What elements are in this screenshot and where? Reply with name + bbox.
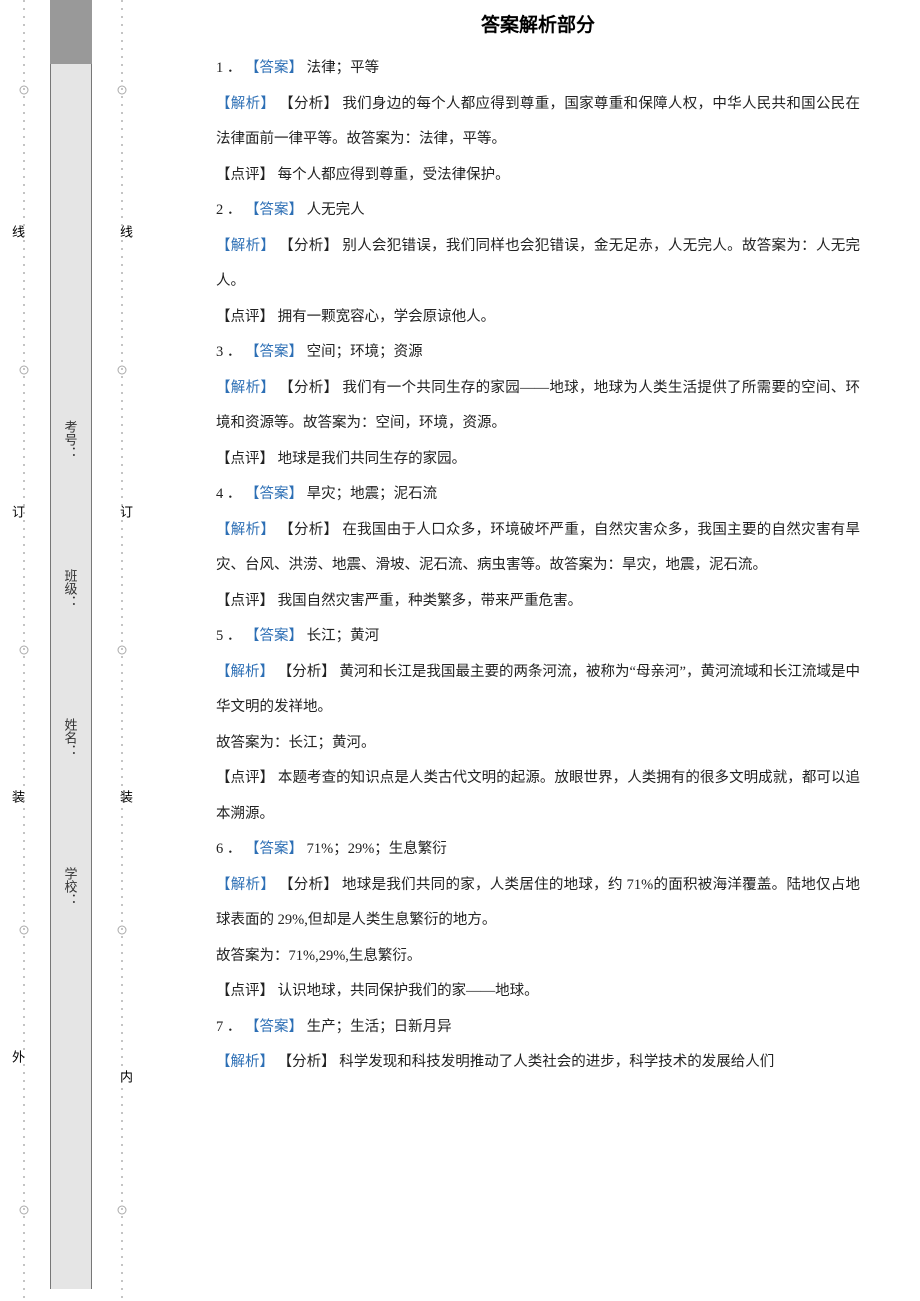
- analysis-tag: 【解析】: [216, 1054, 274, 1070]
- form-label-class: 班级：: [61, 569, 80, 608]
- answer-tag: 【答案】: [245, 60, 303, 76]
- answer-tag: 【答案】: [245, 1019, 303, 1035]
- item-number: 2 ．: [216, 202, 241, 218]
- item-number: 6 ．: [216, 841, 241, 857]
- analysis-text: 科学发现和科技发明推动了人类社会的进步，科学技术的发展给人们: [339, 1054, 774, 1070]
- fenxi-tag: 【分析】: [279, 877, 338, 893]
- comment-tag: 【点评】: [216, 983, 274, 999]
- seal-char-ding2: 订: [8, 505, 27, 518]
- answer-text: 空间；环境；资源: [307, 344, 423, 360]
- item-number: 1 ．: [216, 60, 241, 76]
- comment-tag: 【点评】: [216, 593, 274, 609]
- analysis-tail: 故答案为：长江；黄河。: [216, 735, 376, 751]
- answer-item: 1 ． 【答案】 法律；平等 【解析】 【分析】 我们身边的每个人都应得到尊重，…: [216, 51, 860, 193]
- item-number: 4 ．: [216, 486, 241, 502]
- answer-tag: 【答案】: [245, 202, 303, 218]
- comment-text: 拥有一颗宽容心，学会原谅他人。: [278, 309, 496, 325]
- comment-text: 每个人都应得到尊重，受法律保护。: [278, 167, 510, 183]
- answer-item: 2 ． 【答案】 人无完人 【解析】 【分析】 别人会犯错误，我们同样也会犯错误…: [216, 193, 860, 335]
- fenxi-tag: 【分析】: [279, 380, 338, 396]
- item-number: 3 ．: [216, 344, 241, 360]
- content-area: 答案解析部分 1 ． 【答案】 法律；平等 【解析】 【分析】 我们身边的每个人…: [36, 0, 920, 1301]
- binding-strip-outer: [12, 0, 36, 1301]
- analysis-tag: 【解析】: [216, 877, 275, 893]
- binding-inner-char: 内: [116, 1070, 135, 1083]
- fenxi-tag: 【分析】: [279, 238, 338, 254]
- comment-text: 地球是我们共同生存的家园。: [278, 451, 467, 467]
- answer-text: 长江；黄河: [307, 628, 380, 644]
- answer-item: 7 ． 【答案】 生产；生活；日新月异 【解析】 【分析】 科学发现和科技发明推…: [216, 1010, 860, 1081]
- fenxi-tag: 【分析】: [279, 96, 338, 112]
- comment-tag: 【点评】: [216, 451, 274, 467]
- binding-strip-inner: [110, 0, 134, 1301]
- form-label-school: 学校：: [61, 867, 80, 906]
- answer-tag: 【答案】: [245, 628, 303, 644]
- analysis-tag: 【解析】: [216, 664, 274, 680]
- answer-tag: 【答案】: [245, 344, 303, 360]
- answer-tag: 【答案】: [245, 841, 303, 857]
- analysis-tag: 【解析】: [216, 238, 275, 254]
- item-number: 5 ．: [216, 628, 241, 644]
- answer-text: 生产；生活；日新月异: [307, 1019, 452, 1035]
- answer-tag: 【答案】: [245, 486, 303, 502]
- comment-tag: 【点评】: [216, 309, 274, 325]
- seal-char-xian2: 线: [8, 225, 27, 238]
- analysis-tag: 【解析】: [216, 96, 275, 112]
- fenxi-tag: 【分析】: [279, 522, 338, 538]
- seal-char-zhuang1: 装: [116, 790, 135, 803]
- comment-text: 认识地球，共同保护我们的家——地球。: [278, 983, 539, 999]
- fenxi-tag: 【分析】: [278, 664, 336, 680]
- seal-char-xian1: 线: [116, 225, 135, 238]
- answer-item: 4 ． 【答案】 旱灾；地震；泥石流 【解析】 【分析】 在我国由于人口众多，环…: [216, 477, 860, 619]
- page-title: 答案解析部分: [216, 10, 860, 37]
- binding-outer-char: 外: [8, 1050, 27, 1063]
- analysis-tag: 【解析】: [216, 522, 275, 538]
- analysis-tail: 故答案为：71%,29%,生息繁衍。: [216, 948, 421, 964]
- answer-item: 3 ． 【答案】 空间；环境；资源 【解析】 【分析】 我们有一个共同生存的家园…: [216, 335, 860, 477]
- answer-item: 6 ． 【答案】 71%；29%；生息繁衍 【解析】 【分析】 地球是我们共同的…: [216, 832, 860, 1010]
- item-number: 7 ．: [216, 1019, 241, 1035]
- fenxi-tag: 【分析】: [278, 1054, 336, 1070]
- comment-text: 本题考查的知识点是人类古代文明的起源。放眼世界，人类拥有的很多文明成就，都可以追…: [216, 770, 860, 822]
- seal-char-zhuang2: 装: [8, 790, 27, 803]
- form-label-group: 考号： 班级： 姓名： 学校：: [55, 420, 85, 906]
- seal-char-ding1: 订: [116, 505, 135, 518]
- answer-text: 旱灾；地震；泥石流: [307, 486, 438, 502]
- answer-item: 5 ． 【答案】 长江；黄河 【解析】 【分析】 黄河和长江是我国最主要的两条河…: [216, 619, 860, 832]
- analysis-tag: 【解析】: [216, 380, 275, 396]
- form-label-name: 姓名：: [61, 718, 80, 757]
- comment-tag: 【点评】: [216, 167, 274, 183]
- form-label-examno: 考号：: [61, 420, 80, 459]
- gutter-dark-block: [50, 0, 92, 64]
- answer-text: 法律；平等: [307, 60, 380, 76]
- comment-text: 我国自然灾害严重，种类繁多，带来严重危害。: [278, 593, 583, 609]
- answer-text: 人无完人: [307, 202, 365, 218]
- comment-tag: 【点评】: [216, 770, 274, 786]
- answer-text: 71%；29%；生息繁衍: [307, 841, 447, 857]
